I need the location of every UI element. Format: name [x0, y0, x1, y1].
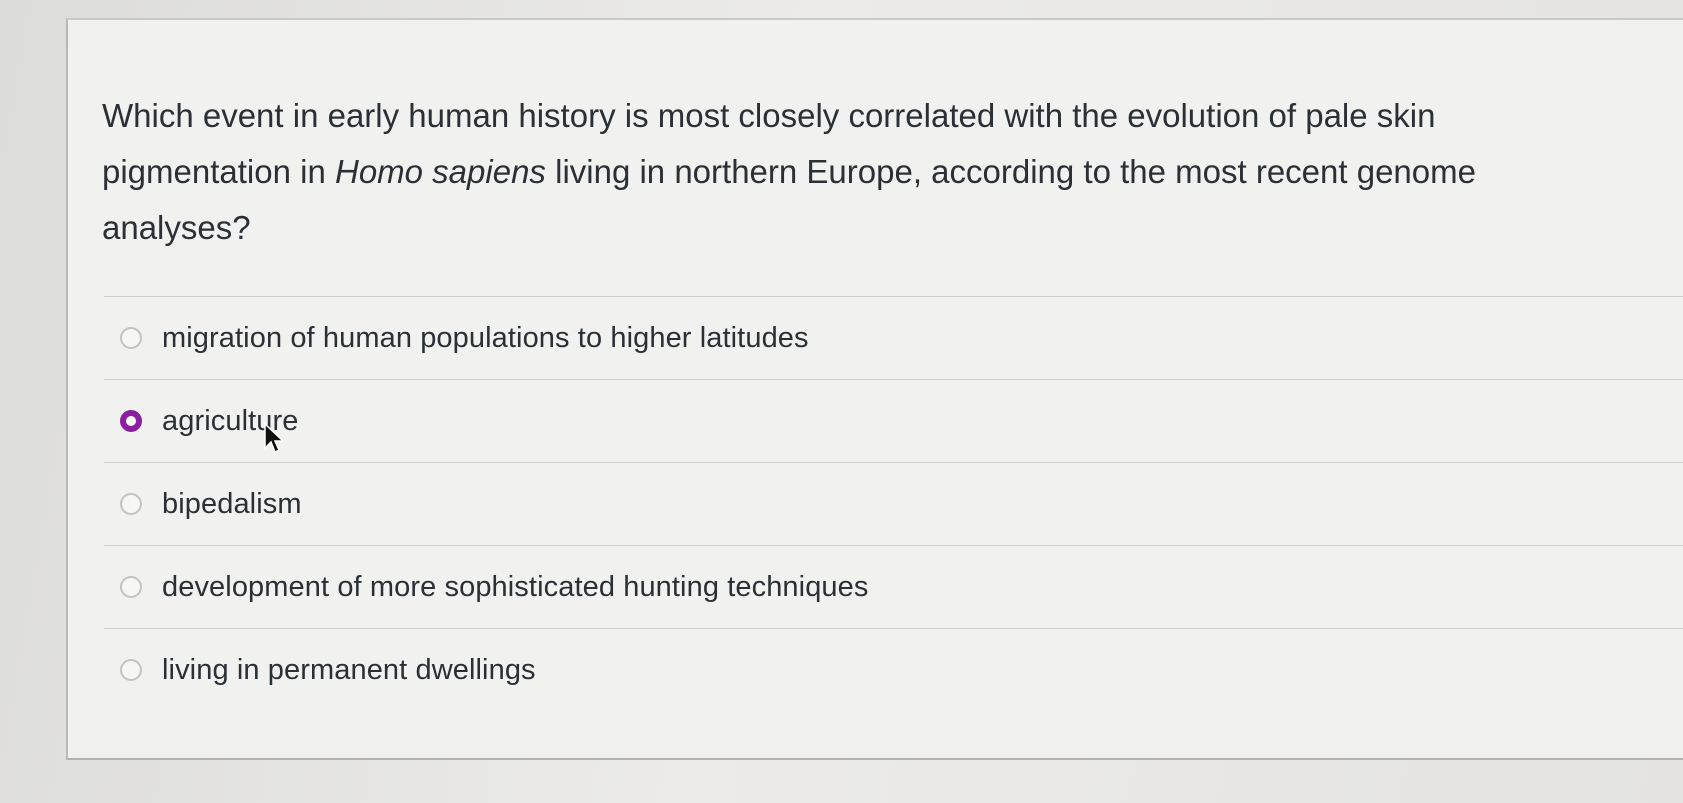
answer-label[interactable]: living in permanent dwellings [162, 654, 536, 687]
answer-option-5[interactable]: living in permanent dwellings [104, 628, 1683, 711]
answer-list: migration of human populations to higher… [104, 296, 1683, 711]
radio-button-selected[interactable] [120, 410, 142, 432]
question-text: Which event in early human history is mo… [102, 88, 1602, 256]
answer-label[interactable]: migration of human populations to higher… [162, 322, 809, 355]
mouse-cursor-icon [264, 423, 285, 454]
answer-option-1[interactable]: migration of human populations to higher… [104, 296, 1683, 379]
quiz-screen: Which event in early human history is mo… [0, 0, 1683, 803]
answer-option-4[interactable]: development of more sophisticated huntin… [104, 545, 1683, 628]
radio-button[interactable] [120, 659, 142, 681]
radio-button[interactable] [120, 576, 142, 598]
answer-option-3[interactable]: bipedalism [104, 462, 1683, 545]
question-text-emphasis: Homo sapiens [334, 153, 546, 190]
answer-label[interactable]: development of more sophisticated huntin… [162, 571, 868, 604]
radio-button[interactable] [120, 493, 142, 515]
answer-label[interactable]: bipedalism [162, 488, 302, 521]
answer-option-2[interactable]: agriculture [104, 379, 1683, 462]
radio-button[interactable] [120, 327, 142, 349]
